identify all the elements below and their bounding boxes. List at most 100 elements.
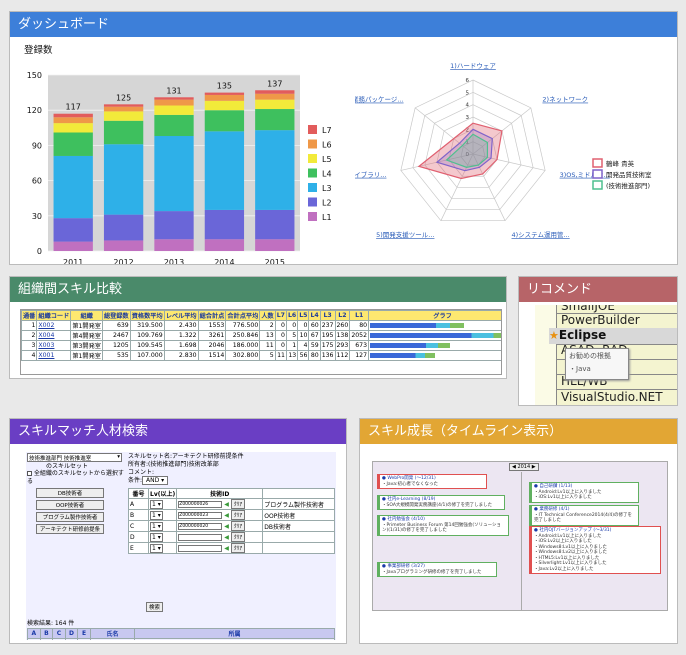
- timeline-event[interactable]: ● 自己研鑽 (1/13) ・Android:Lv1以上に入りました ・iOS:Lv…: [529, 482, 639, 503]
- org-cell-level: 2.830: [163, 350, 199, 361]
- skillset-button[interactable]: DB技術者: [36, 488, 104, 498]
- org-graph-cell: [368, 330, 501, 341]
- timeline-event[interactable]: ● 社内勉強会 (4/10) ・Primeter Business Forum 第…: [377, 515, 509, 536]
- skillset-button[interactable]: アーキテクト研修前提条: [36, 524, 104, 534]
- org-col-header: グラフ: [368, 310, 501, 321]
- search-button[interactable]: 検索: [146, 602, 164, 612]
- timeline-event-line: ・SOA大規模開発実務講座(4/1)の修了を完了しました: [382, 502, 493, 508]
- level-value[interactable]: 1 ▾: [150, 532, 163, 542]
- all-org-checkbox-row[interactable]: 全組織のスキルセットから選択する: [27, 470, 125, 486]
- org-cell-level: 1.322: [163, 330, 199, 341]
- bar-segment-l6: [103, 106, 144, 112]
- radar-axis-label: 1)ハードウェア: [450, 62, 496, 70]
- bar-segment-l7: [204, 92, 245, 95]
- arrow-left-icon[interactable]: ◀: [224, 523, 229, 530]
- org-col-header: 人数: [259, 310, 276, 321]
- level-select[interactable]: 1 ▾: [147, 531, 178, 543]
- dashboard-title: ダッシュボード: [18, 17, 110, 32]
- tech-id-input[interactable]: Z000000026: [178, 501, 223, 508]
- bar-segment-l5: [204, 100, 245, 111]
- bar-segment-l1: [204, 239, 245, 251]
- org-col-header: L2: [334, 310, 351, 321]
- org-cell-total: 535: [102, 350, 131, 361]
- org-cell-level: 1.698: [163, 340, 199, 351]
- org-col-header: レベル平均: [163, 310, 199, 321]
- org-table-row: 4 X001 第1開発室 535 107.000 2.830 1514 302.800 5 11 1…: [21, 350, 501, 361]
- level-value[interactable]: 1 ▾: [150, 499, 163, 509]
- org-cell-no: 1: [21, 320, 38, 331]
- level-select[interactable]: 1 ▾: [147, 498, 178, 510]
- legend-swatch-l5: [308, 154, 317, 163]
- org-graph-bar: [370, 343, 450, 348]
- arrow-left-icon[interactable]: ◀: [224, 501, 229, 508]
- org-table-row: 1 X002 第1開発室 639 319.500 2.430 1553 776.500 2 0 0 0…: [21, 320, 501, 331]
- level-select[interactable]: 1 ▾: [147, 542, 178, 554]
- timeline-event[interactable]: ● 事業部研修 (3/27) ・Javaプログラミング研修の修了を完了しました: [377, 562, 497, 577]
- level-select[interactable]: 1 ▾: [147, 509, 178, 521]
- result-radio[interactable]: ○: [52, 638, 66, 640]
- recommend-item-visualstudio[interactable]: VisualStudio.NET: [561, 390, 663, 404]
- org-cell-code[interactable]: X002: [36, 320, 72, 331]
- org-col-header: 資格数平均: [129, 310, 165, 321]
- legend-swatch-l1: [308, 212, 317, 221]
- year-button[interactable]: ◀ 2014 ▶: [509, 463, 539, 471]
- timeline-event[interactable]: ● 社内OJTバージョンアップ (～3/31) ・Android:Lv1以上に入り…: [529, 526, 661, 574]
- total-label: 125: [116, 93, 131, 102]
- org-cell-code[interactable]: X001: [36, 350, 72, 361]
- org-col-header: L5: [297, 310, 310, 321]
- timeline-event-line: ・Primeter Business Forum 第14回勉強会(ソリューション…: [382, 522, 502, 534]
- org-cell-code[interactable]: X003: [36, 340, 72, 351]
- tech-id-input[interactable]: Z000000023: [178, 512, 223, 519]
- level-value[interactable]: 1 ▾: [150, 521, 163, 531]
- arrow-left-icon[interactable]: ◀: [224, 512, 229, 519]
- legend-label: L7: [322, 126, 332, 135]
- arrow-left-icon[interactable]: ◀: [224, 534, 229, 541]
- timeline-event[interactable]: ● 業務研修 (4/1) ・IT Technical Conference2014…: [529, 505, 639, 526]
- level-value[interactable]: 1 ▾: [150, 510, 163, 520]
- clear-button[interactable]: ｸﾘｱ: [230, 499, 246, 509]
- skillset-button[interactable]: OOP技術者: [36, 500, 104, 510]
- org-cell-code[interactable]: X004: [36, 330, 72, 341]
- result-radio[interactable]: ○: [64, 638, 79, 640]
- org-cell-sum: 1514: [197, 350, 227, 361]
- org-cell-total: 1205: [102, 340, 131, 351]
- level-value[interactable]: 1 ▾: [150, 543, 163, 553]
- result-name[interactable]: 渡辺 栄治: [89, 638, 136, 640]
- bar-segment-l7: [103, 104, 144, 107]
- timeline-event[interactable]: ● WebPro開発 (～12/31) ・Java:初心者でなくなった: [377, 474, 487, 489]
- level-select[interactable]: 1 ▾: [147, 520, 178, 532]
- legend-label: L2: [322, 199, 332, 208]
- timeline-event-line: ・Javaプログラミング研修の修了を完了しました: [382, 569, 482, 575]
- clear-button[interactable]: ｸﾘｱ: [230, 532, 246, 542]
- checkbox-icon[interactable]: [27, 471, 32, 476]
- timeline-event-line: ・Java:Lv2以上に入りました: [534, 566, 594, 572]
- dashboard-header: ダッシュボード: [10, 12, 677, 37]
- org-cell-l4: 67: [308, 330, 321, 341]
- org-cell-l5: 0: [297, 320, 310, 331]
- tech-id-input[interactable]: [178, 534, 223, 541]
- arrow-left-icon[interactable]: ◀: [224, 545, 229, 552]
- clear-button[interactable]: ｸﾘｱ: [230, 543, 246, 553]
- result-col-header: A: [27, 628, 41, 639]
- tech-id-input[interactable]: Z000000020: [178, 523, 223, 530]
- tech-id-input[interactable]: [178, 545, 223, 552]
- timeline-event[interactable]: ● 社内e-Learning (8/19) ・SOA大規模開発実務講座(4/1)の…: [377, 495, 505, 510]
- condition-select[interactable]: AND ▾: [142, 476, 169, 485]
- org-graph-bar: [370, 333, 501, 338]
- result-radio[interactable]: ○: [27, 638, 41, 640]
- org-cell-l5: 10: [297, 330, 310, 341]
- legend-swatch-l3: [308, 183, 317, 192]
- recommend-panel: リコメンド SmallJOE PowerBuilder ★Eclipse ASA…: [518, 276, 678, 406]
- clear-button[interactable]: ｸﾘｱ: [230, 521, 246, 531]
- timeline-event-line: ・IT Technical Conference2014(4/4)の修了を完了し…: [534, 512, 633, 524]
- skillset-button[interactable]: プログラム製作技術者: [36, 512, 104, 522]
- tech-id-cell: ◀ ｸﾘｱ: [176, 531, 264, 543]
- org-graph-cell: [368, 350, 501, 361]
- recommend-item-powerbuilder[interactable]: PowerBuilder: [561, 313, 640, 327]
- recommend-item-eclipse[interactable]: ★Eclipse: [549, 328, 677, 344]
- department-select[interactable]: 技術推進部門 技術推進室 ▾: [27, 453, 122, 462]
- result-radio[interactable]: ○: [77, 638, 91, 640]
- bar-segment-l5: [255, 99, 295, 110]
- clear-button[interactable]: ｸﾘｱ: [230, 510, 246, 520]
- result-radio[interactable]: ○: [39, 638, 54, 640]
